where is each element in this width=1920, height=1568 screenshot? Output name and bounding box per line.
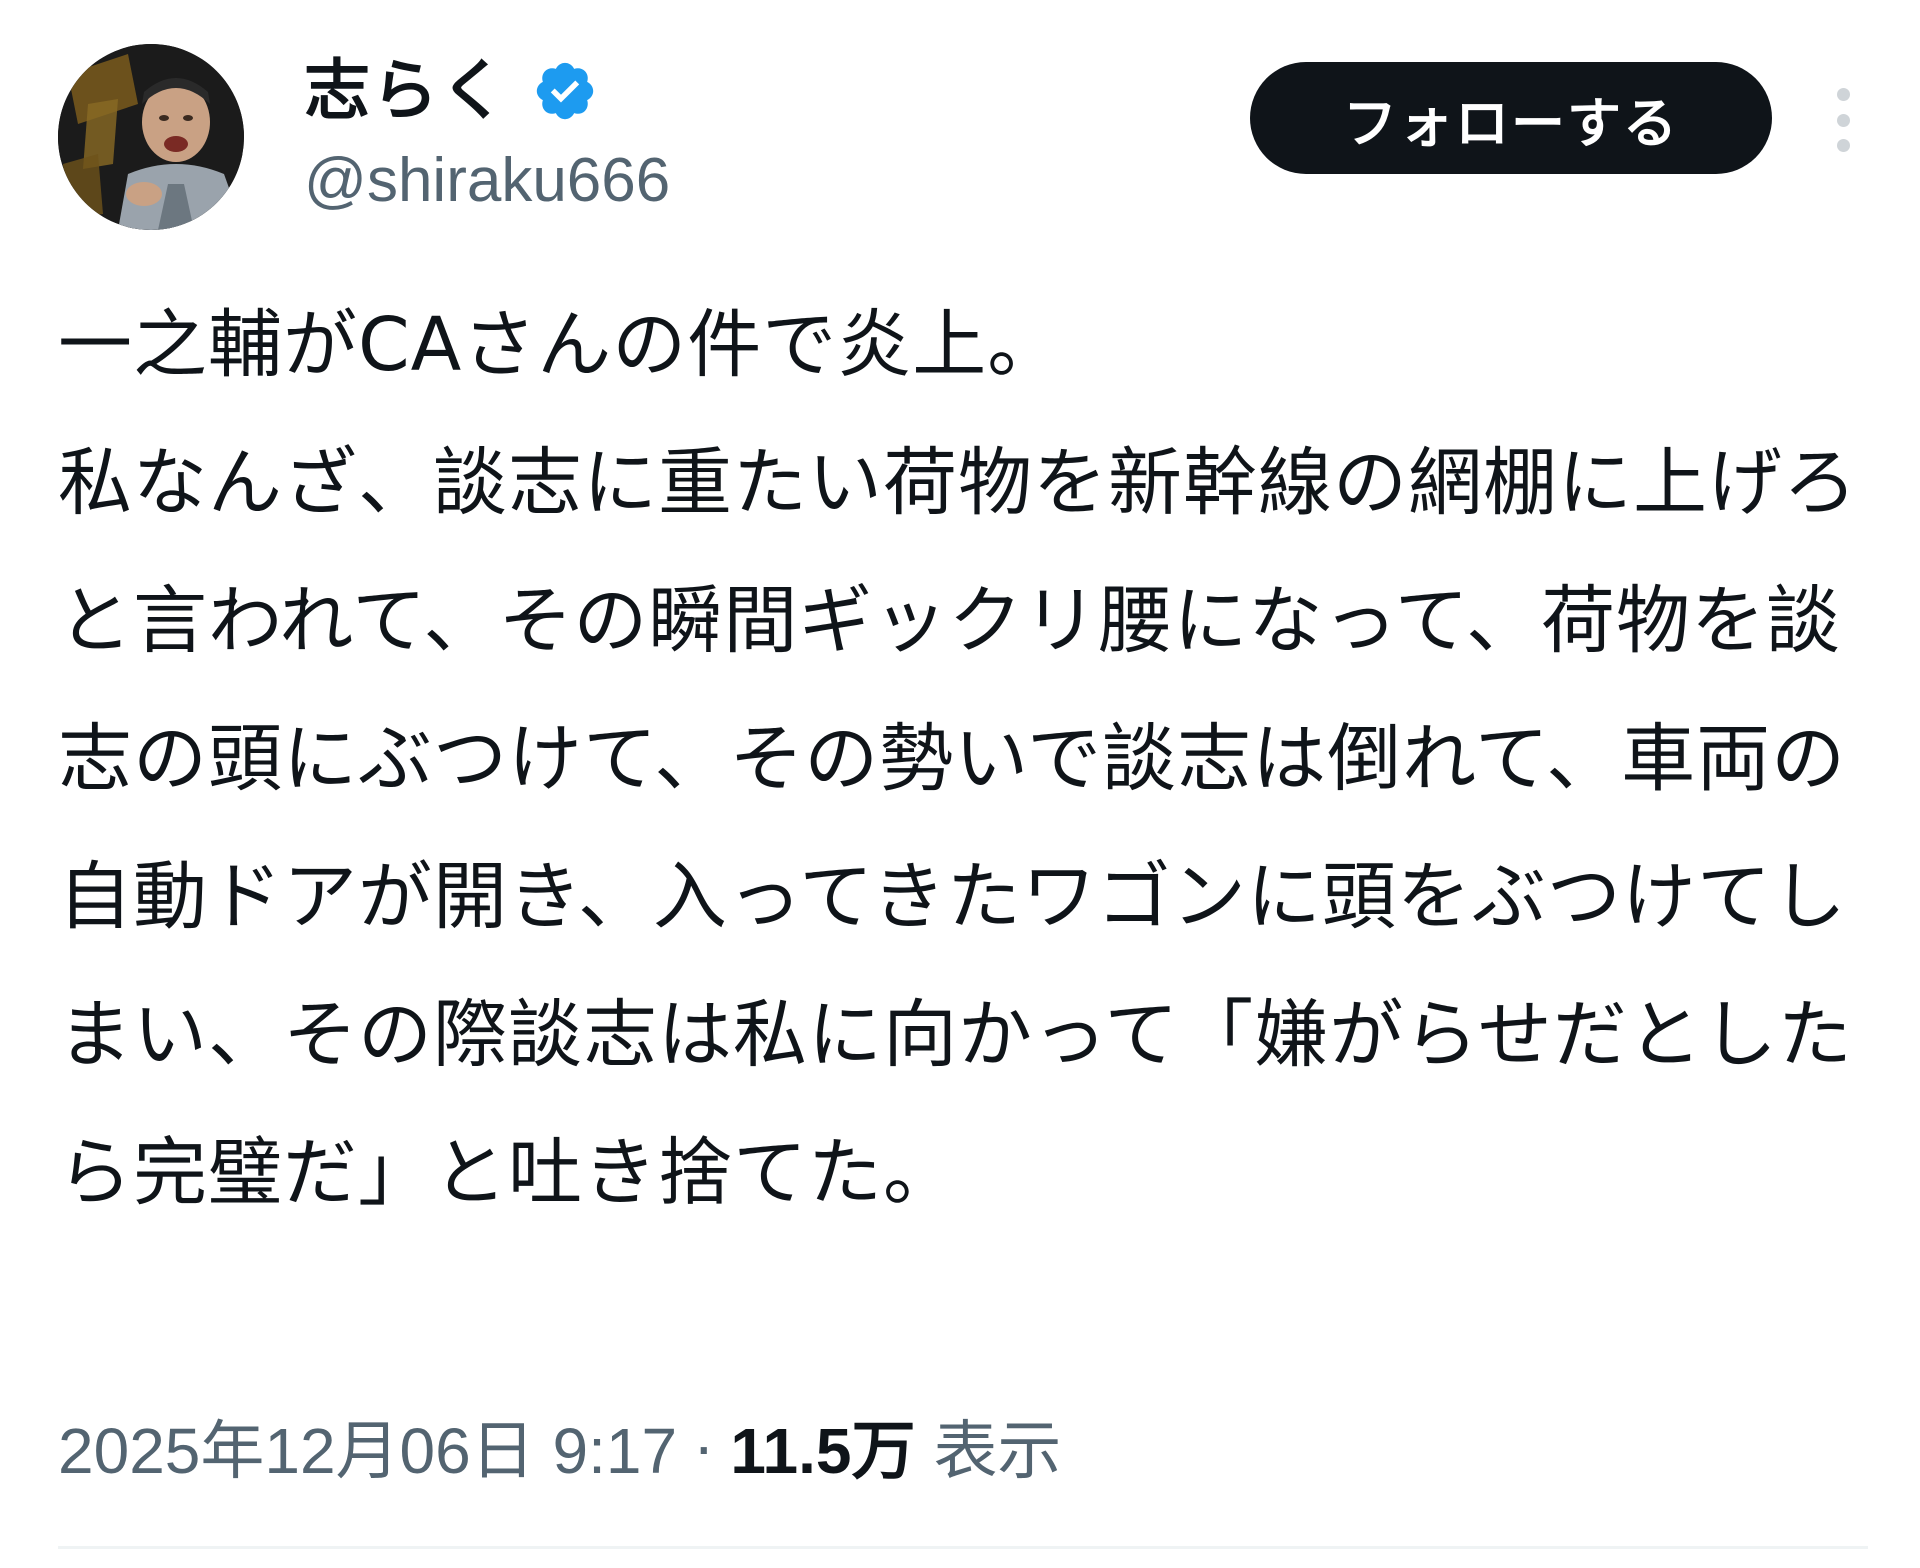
display-name[interactable]: 志らく: [304, 58, 508, 124]
views-label: 表示: [933, 1415, 1062, 1487]
meta-separator: ·: [693, 1410, 715, 1482]
verified-badge-icon: [536, 62, 594, 120]
more-dot: [1836, 139, 1850, 152]
divider: [58, 1546, 1868, 1549]
tweet-meta: 2025年12月06日 9:17 · 11.5万 表示: [58, 1398, 1061, 1494]
views-count: 11.5万: [730, 1415, 916, 1487]
more-vertical-icon[interactable]: [1820, 84, 1866, 156]
follow-button[interactable]: フォローする: [1250, 62, 1772, 174]
avatar[interactable]: [58, 44, 244, 230]
more-dot: [1836, 88, 1850, 101]
user-avatar-photo: [58, 44, 244, 230]
user-name-row: 志らく: [304, 48, 598, 134]
user-handle[interactable]: @shiraku666: [304, 138, 670, 224]
tweet-timestamp[interactable]: 2025年12月06日 9:17: [58, 1400, 677, 1492]
tweet-text: 一之輔がCAさんの件で炎上。 私なんざ、談志に重たい荷物を新幹線の網棚に上げろと…: [58, 302, 1858, 1216]
more-dot: [1836, 113, 1850, 127]
